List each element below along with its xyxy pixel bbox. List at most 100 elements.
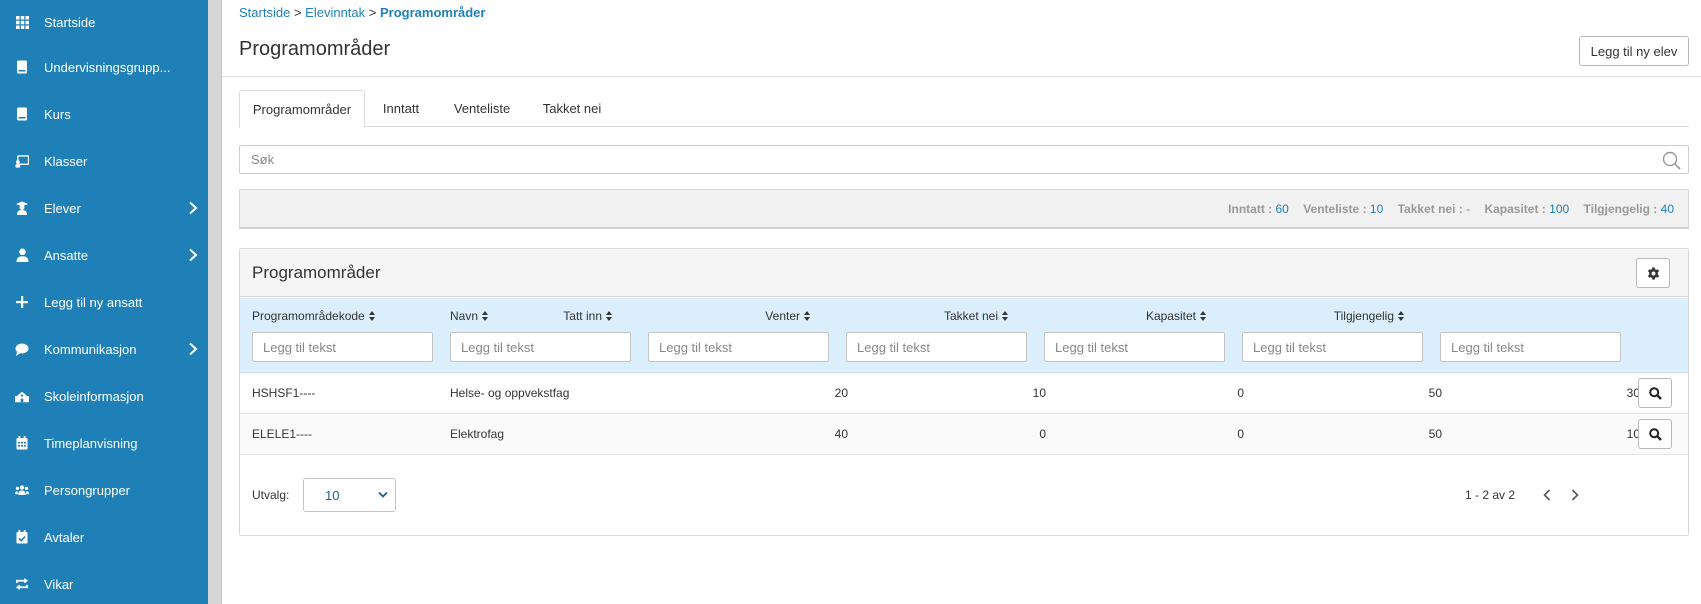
sidebar-item-label: Startside — [44, 14, 96, 30]
table-row: HSHSF1---- Helse- og oppvekstfag 20 10 0… — [240, 373, 1688, 414]
column-header-takket-nei[interactable]: Takket nei — [944, 309, 1008, 323]
view-row-button[interactable] — [1638, 378, 1672, 408]
search-box — [239, 145, 1689, 174]
sidebar-item-label: Klasser — [44, 153, 88, 169]
column-header-tatt-inn[interactable]: Tatt inn — [563, 309, 612, 323]
filter-kapasitet-input[interactable] — [1242, 332, 1423, 362]
student-icon — [15, 201, 29, 215]
sidebar-divider — [208, 0, 222, 604]
sidebar-item-ansatte[interactable]: Ansatte — [0, 233, 208, 277]
cell-takket-nei: 0 — [1237, 386, 1244, 400]
sidebar-item-label: Kommunikasjon — [44, 341, 137, 357]
sidebar-item-label: Undervisningsgrupp... — [44, 59, 171, 75]
stat-venteliste-label: Venteliste : — [1303, 202, 1367, 216]
sidebar-item-label: Avtaler — [44, 529, 85, 545]
chevron-right-icon — [189, 342, 198, 356]
tab-takket-nei[interactable]: Takket nei — [527, 90, 617, 127]
page-size-select[interactable]: 10 — [303, 478, 396, 512]
column-header-label: Programområdekode — [252, 309, 365, 323]
book-icon — [15, 60, 29, 74]
school-icon — [15, 389, 29, 403]
stat-inntatt-value: 60 — [1275, 202, 1289, 216]
column-header-tilgjengelig[interactable]: Tilgjengelig — [1334, 309, 1404, 323]
sidebar-item-kommunikasjon[interactable]: Kommunikasjon — [0, 327, 208, 371]
search-icon — [1648, 386, 1662, 400]
sidebar-item-label: Timeplanvisning — [44, 435, 138, 451]
cell-navn: Helse- og oppvekstfag — [450, 386, 570, 400]
tab-bar: Programområder Inntatt Venteliste Takket… — [239, 90, 1689, 128]
sidebar: Startside Undervisningsgrupp... Kurs Kla… — [0, 0, 208, 604]
sidebar-item-vikar[interactable]: Vikar — [0, 562, 208, 604]
cell-tatt-inn: 20 — [834, 386, 848, 400]
sidebar-item-label: Vikar — [44, 576, 74, 592]
tab-programomrader[interactable]: Programområder — [239, 90, 365, 128]
panel-title: Programområder — [252, 263, 381, 282]
column-header-kode[interactable]: Programområdekode — [252, 309, 375, 323]
column-header-label: Tatt inn — [563, 309, 602, 323]
filter-kode-input[interactable] — [252, 332, 433, 362]
search-icon[interactable] — [1662, 151, 1681, 170]
filter-tilgjengelig-input[interactable] — [1440, 332, 1621, 362]
tab-venteliste[interactable]: Venteliste — [437, 90, 527, 127]
search-icon — [1648, 427, 1662, 441]
stat-kapasitet-value: 100 — [1549, 202, 1570, 216]
summary-bar: Inntatt : 60 Venteliste : 10 Takket nei … — [239, 189, 1689, 229]
next-page-button[interactable] — [1566, 485, 1584, 505]
breadcrumb-home-link[interactable]: Startside — [239, 5, 290, 20]
sort-icon — [804, 311, 810, 321]
filter-venter-input[interactable] — [846, 332, 1027, 362]
column-header-kapasitet[interactable]: Kapasitet — [1146, 309, 1206, 323]
previous-page-button[interactable] — [1538, 485, 1556, 505]
stat-takket-nei-value: - — [1466, 202, 1471, 216]
cell-tatt-inn: 40 — [834, 427, 848, 441]
calendar-icon — [15, 436, 29, 450]
column-header-navn[interactable]: Navn — [450, 309, 489, 323]
gear-icon — [1647, 266, 1659, 280]
cell-venter: 0 — [1039, 427, 1046, 441]
sort-icon — [606, 311, 612, 321]
user-icon — [15, 248, 29, 262]
filter-tatt-inn-input[interactable] — [648, 332, 829, 362]
cell-kode: HSHSF1---- — [252, 386, 316, 400]
breadcrumb-section-link[interactable]: Elevinntak — [305, 5, 365, 20]
filter-takket-nei-input[interactable] — [1044, 332, 1225, 362]
sidebar-item-persongrupper[interactable]: Persongrupper — [0, 468, 208, 512]
sidebar-item-elever[interactable]: Elever — [0, 186, 208, 230]
cell-kapasitet: 50 — [1428, 386, 1442, 400]
filter-navn-input[interactable] — [450, 332, 631, 362]
sidebar-item-timeplanvisning[interactable]: Timeplanvisning — [0, 421, 208, 465]
sidebar-item-label: Kurs — [44, 106, 71, 122]
column-header-label: Takket nei — [943, 309, 998, 323]
sidebar-item-label: Skoleinformasjon — [44, 388, 144, 404]
header-divider — [222, 76, 1701, 77]
cell-venter: 10 — [1032, 386, 1046, 400]
sort-icon — [1002, 311, 1008, 321]
sidebar-item-undervisningsgrupper[interactable]: Undervisningsgrupp... — [0, 45, 208, 89]
page-size-label: Utvalg: — [252, 488, 290, 502]
panel-header: Programområder — [240, 249, 1688, 297]
sidebar-item-legg-til-ny-ansatt[interactable]: Legg til ny ansatt — [0, 280, 208, 324]
cell-navn: Elektrofag — [450, 427, 505, 441]
cell-kode: ELELE1---- — [252, 427, 313, 441]
add-student-button[interactable]: Legg til ny elev — [1579, 36, 1689, 66]
tab-inntatt[interactable]: Inntatt — [365, 90, 437, 127]
settings-button[interactable] — [1636, 258, 1670, 288]
sidebar-item-klasser[interactable]: Klasser — [0, 139, 208, 183]
calendar-check-icon — [15, 530, 29, 544]
sidebar-item-label: Ansatte — [44, 247, 89, 263]
group-icon — [15, 483, 29, 497]
main-content: Startside > Elevinntak > Programområder … — [222, 0, 1701, 604]
cell-tilgjengelig: 30 — [1626, 386, 1640, 400]
chevron-right-icon — [189, 201, 198, 215]
column-header-label: Navn — [450, 309, 479, 323]
table-header: Programområdekode Navn Tatt inn Venter T… — [240, 298, 1688, 373]
search-input[interactable] — [240, 146, 1688, 173]
sidebar-item-avtaler[interactable]: Avtaler — [0, 515, 208, 559]
column-header-venter[interactable]: Venter — [765, 309, 810, 323]
sidebar-item-kurs[interactable]: Kurs — [0, 92, 208, 136]
sidebar-item-skoleinformasjon[interactable]: Skoleinformasjon — [0, 374, 208, 418]
view-row-button[interactable] — [1638, 419, 1672, 449]
sidebar-item-startside[interactable]: Startside — [0, 0, 208, 44]
stat-kapasitet-label: Kapasitet : — [1484, 202, 1546, 216]
breadcrumb-separator: > — [293, 5, 302, 20]
